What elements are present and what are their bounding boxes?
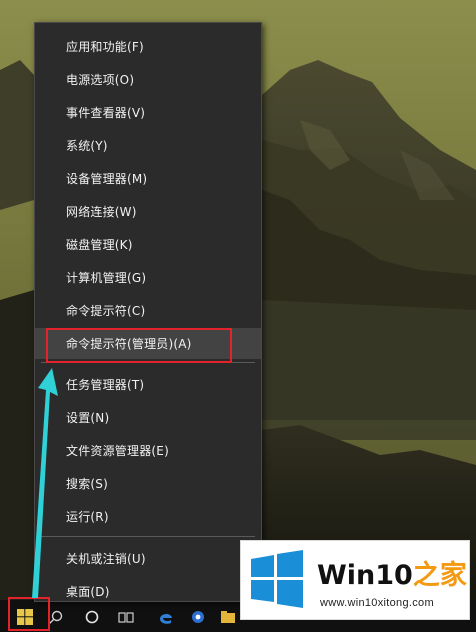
menu-item-system[interactable]: 系统(Y) bbox=[35, 130, 261, 161]
cortana-icon[interactable] bbox=[84, 610, 100, 624]
watermark-brand: Win10之家 bbox=[317, 553, 467, 592]
menu-item-file-explorer[interactable]: 文件资源管理器(E) bbox=[35, 435, 261, 466]
menu-item-desktop[interactable]: 桌面(D) bbox=[35, 576, 261, 607]
edge-icon[interactable] bbox=[158, 610, 174, 624]
win10-watermark: Win10之家 www.win10xitong.com bbox=[240, 540, 470, 620]
menu-item-power-options[interactable]: 电源选项(O) bbox=[35, 64, 261, 95]
watermark-brand-prefix: Win10 bbox=[317, 560, 413, 591]
menu-item-command-prompt[interactable]: 命令提示符(C) bbox=[35, 295, 261, 326]
menu-item-disk-management[interactable]: 磁盘管理(K) bbox=[35, 229, 261, 260]
menu-item-event-viewer[interactable]: 事件查看器(V) bbox=[35, 97, 261, 128]
task-view-icon[interactable] bbox=[118, 610, 134, 624]
menu-separator bbox=[41, 536, 255, 537]
menu-item-computer-management[interactable]: 计算机管理(G) bbox=[35, 262, 261, 293]
menu-item-settings[interactable]: 设置(N) bbox=[35, 402, 261, 433]
menu-item-run[interactable]: 运行(R) bbox=[35, 501, 261, 532]
menu-item-apps-features[interactable]: 应用和功能(F) bbox=[35, 31, 261, 62]
highlight-box-start-button bbox=[8, 597, 50, 631]
watermark-brand-suffix: 之家 bbox=[412, 560, 467, 591]
menu-item-task-manager[interactable]: 任务管理器(T) bbox=[35, 369, 261, 400]
menu-item-search[interactable]: 搜索(S) bbox=[35, 468, 261, 499]
win10-logo-icon bbox=[251, 550, 303, 608]
highlight-box-admin-prompt bbox=[46, 328, 232, 363]
menu-item-network[interactable]: 网络连接(W) bbox=[35, 196, 261, 227]
menu-item-device-manager[interactable]: 设备管理器(M) bbox=[35, 163, 261, 194]
desktop-screen: 应用和功能(F) 电源选项(O) 事件查看器(V) 系统(Y) 设备管理器(M)… bbox=[0, 0, 476, 632]
explorer-icon[interactable] bbox=[220, 610, 236, 624]
watermark-url: www.win10xitong.com bbox=[320, 597, 434, 609]
winx-context-menu: 应用和功能(F) 电源选项(O) 事件查看器(V) 系统(Y) 设备管理器(M)… bbox=[34, 22, 262, 602]
search-icon[interactable] bbox=[48, 610, 64, 624]
chrome-icon[interactable] bbox=[190, 610, 206, 624]
menu-item-shutdown[interactable]: 关机或注销(U) bbox=[35, 543, 261, 574]
